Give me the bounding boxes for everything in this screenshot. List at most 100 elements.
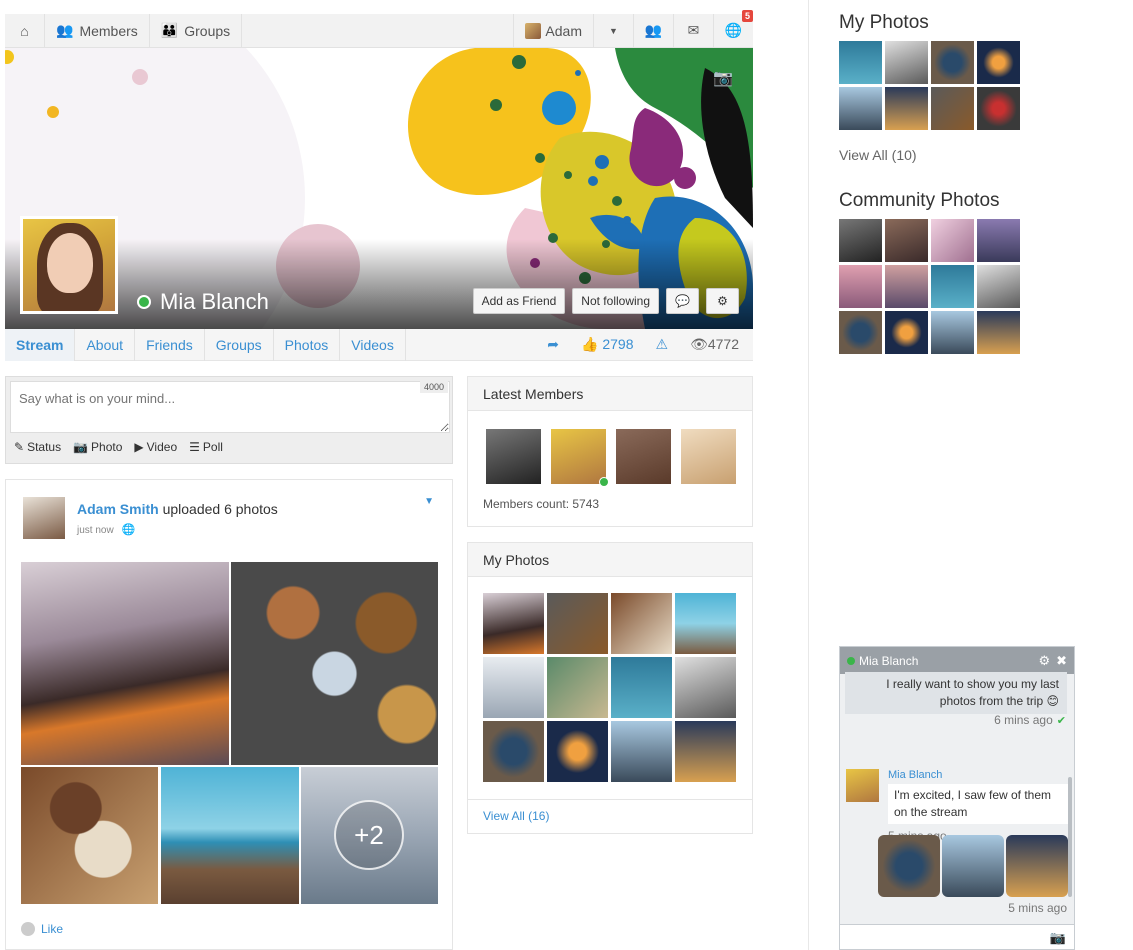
- member-avatar[interactable]: [551, 429, 609, 487]
- chat-photo[interactable]: [878, 835, 940, 897]
- photo-thumb[interactable]: [675, 593, 736, 654]
- photo-option[interactable]: 📷 Photo: [73, 440, 122, 454]
- photo-thumb[interactable]: [885, 87, 928, 130]
- photo-thumb[interactable]: [977, 311, 1020, 354]
- member-avatar[interactable]: [681, 429, 736, 484]
- tab-photos[interactable]: Photos: [274, 328, 341, 361]
- post-author-avatar[interactable]: [23, 497, 65, 539]
- photo-thumb[interactable]: [977, 41, 1020, 84]
- camera-icon[interactable]: 📷: [1050, 930, 1066, 946]
- profile-avatar[interactable]: [20, 216, 118, 314]
- photo-thumb[interactable]: [885, 41, 928, 84]
- message-button[interactable]: 💬: [666, 288, 699, 314]
- post-options-button[interactable]: ▼: [424, 496, 434, 507]
- photo-thumb[interactable]: [483, 657, 544, 718]
- photo-thumb[interactable]: [839, 311, 882, 354]
- user-dropdown-button[interactable]: ▼: [593, 13, 633, 48]
- my-photos-view-all[interactable]: View All (16): [468, 799, 752, 834]
- photo-thumb[interactable]: [611, 721, 672, 782]
- likes-count: 2798: [602, 336, 634, 352]
- photo-thumb[interactable]: [547, 721, 608, 782]
- tab-videos[interactable]: Videos: [340, 328, 406, 361]
- comment-icon: 💬: [675, 294, 690, 308]
- photo-thumb[interactable]: [611, 657, 672, 718]
- nav-members[interactable]: 👥 Members: [45, 13, 150, 48]
- photo-thumb[interactable]: [839, 265, 882, 308]
- chat-controls: ⚙ ✖: [1038, 653, 1067, 669]
- tab-stream[interactable]: Stream: [5, 328, 76, 361]
- photo-thumb[interactable]: [931, 219, 974, 262]
- photo-thumb[interactable]: [483, 721, 544, 782]
- photo-thumb[interactable]: [839, 41, 882, 84]
- member-avatar[interactable]: [616, 429, 671, 484]
- photo-thumb[interactable]: [885, 219, 928, 262]
- status-input[interactable]: [10, 381, 450, 433]
- photo-thumb[interactable]: [675, 721, 736, 782]
- messages-button[interactable]: ✉: [673, 13, 713, 48]
- tab-friends[interactable]: Friends: [135, 328, 205, 361]
- photo-thumb[interactable]: [931, 265, 974, 308]
- my-photos-grid: [483, 593, 736, 782]
- post-photo-pier[interactable]: [161, 767, 299, 904]
- photo-thumb[interactable]: [547, 657, 608, 718]
- chat-photo[interactable]: [1006, 835, 1068, 897]
- views-count: 4772: [707, 336, 739, 352]
- change-cover-button[interactable]: 📷: [713, 68, 733, 88]
- post-photo-campfire[interactable]: [21, 562, 229, 765]
- photo-thumb[interactable]: [931, 87, 974, 130]
- photo-thumb[interactable]: [931, 311, 974, 354]
- chat-avatar[interactable]: [846, 769, 879, 802]
- online-status-icon: [137, 295, 151, 309]
- online-status-icon: [847, 656, 855, 665]
- profile-settings-button[interactable]: ⚙: [706, 288, 739, 314]
- camera-icon: 📷: [73, 440, 89, 454]
- member-avatar[interactable]: [486, 429, 541, 484]
- my-message-time: 6 mins ago ✔: [994, 713, 1066, 727]
- post-photo-flatlay[interactable]: [231, 562, 438, 765]
- chat-scrollbar[interactable]: [1068, 777, 1072, 897]
- add-friend-button[interactable]: Add as Friend: [472, 288, 566, 314]
- video-option[interactable]: ▶ Video: [134, 440, 177, 454]
- photo-thumb[interactable]: [839, 87, 882, 130]
- post-photo-icecream[interactable]: [21, 767, 158, 904]
- camera-icon: 📷: [713, 70, 733, 87]
- gear-icon[interactable]: ⚙: [1038, 653, 1050, 669]
- chat-sender-name[interactable]: Mia Blanch: [888, 769, 942, 781]
- tab-about[interactable]: About: [75, 328, 136, 361]
- chat-photo-attachments: [878, 835, 1068, 897]
- photo-thumb[interactable]: [675, 657, 736, 718]
- nav-user-menu[interactable]: Adam: [513, 13, 593, 48]
- photo-thumb[interactable]: [611, 593, 672, 654]
- photo-thumb[interactable]: [977, 265, 1020, 308]
- friend-requests-button[interactable]: 👥: [633, 13, 673, 48]
- photo-thumb[interactable]: [977, 87, 1020, 130]
- like-label: Like: [41, 922, 64, 936]
- photo-thumb[interactable]: [547, 593, 608, 654]
- photo-thumb[interactable]: [839, 219, 882, 262]
- photo-thumb[interactable]: [931, 41, 974, 84]
- post-photo-more[interactable]: +2: [301, 767, 438, 904]
- likes-stat[interactable]: 👍 2798: [581, 336, 633, 353]
- report-icon[interactable]: ⚠: [656, 336, 669, 353]
- notifications-button[interactable]: 🌐 5: [713, 9, 753, 48]
- like-button[interactable]: Like: [21, 922, 63, 936]
- right-my-photos-title: My Photos: [839, 12, 929, 33]
- tab-groups[interactable]: Groups: [205, 328, 274, 361]
- status-composer: 4000 ✎Status 📷Photo ▶Video ☰Poll: [5, 376, 453, 464]
- photo-thumb[interactable]: [483, 593, 544, 654]
- photo-thumb[interactable]: [885, 311, 928, 354]
- right-my-photos-view-all[interactable]: View All (10): [839, 147, 917, 163]
- post-author-link[interactable]: Adam Smith: [77, 501, 159, 517]
- photo-thumb[interactable]: [885, 265, 928, 308]
- home-button[interactable]: ⌂: [5, 13, 45, 48]
- close-icon[interactable]: ✖: [1056, 653, 1067, 669]
- share-icon[interactable]: ➦: [547, 336, 559, 353]
- status-option[interactable]: ✎ Status: [14, 440, 61, 454]
- nav-groups[interactable]: 👪 Groups: [150, 13, 243, 48]
- follow-button[interactable]: Not following: [572, 288, 659, 314]
- chat-photo[interactable]: [942, 835, 1004, 897]
- poll-option[interactable]: ☰ Poll: [189, 440, 223, 454]
- chat-header[interactable]: Mia Blanch ⚙ ✖: [840, 647, 1074, 674]
- chat-input[interactable]: 📷: [840, 924, 1074, 949]
- photo-thumb[interactable]: [977, 219, 1020, 262]
